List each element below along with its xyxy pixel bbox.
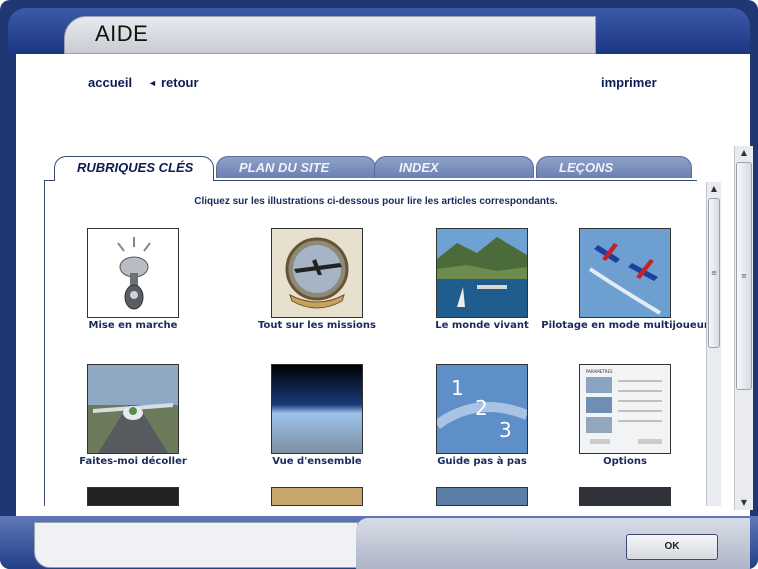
back-arrow-icon[interactable]: ◄ (148, 78, 157, 88)
home-link[interactable]: accueil (88, 75, 132, 90)
tab-index[interactable]: INDEX (374, 156, 534, 178)
item-caption: Pilotage en mode multijoueur (541, 320, 707, 331)
panel-scrollbar[interactable]: ▲ ≡ (706, 182, 721, 506)
item-vue-ensemble[interactable]: Vue d'ensemble (232, 364, 402, 468)
tab-label: RUBRIQUES CLÉS (77, 160, 194, 175)
tab-strip: RUBRIQUES CLÉS PLAN DU SITE INDEX LEÇONS (44, 156, 698, 181)
scroll-up-icon[interactable]: ▲ (707, 182, 721, 196)
scroll-thumb[interactable]: ≡ (708, 198, 720, 348)
harbor-scene (436, 228, 528, 318)
aerobatic-planes (579, 228, 671, 318)
title-tab: AIDE (64, 16, 596, 54)
item-caption: Options (603, 456, 647, 467)
print-link[interactable]: imprimer (601, 75, 657, 90)
item-thumbnail-partial[interactable] (87, 487, 179, 506)
item-thumbnail-partial[interactable] (579, 487, 671, 506)
settings-sheet: PARAMETRES (579, 364, 671, 454)
back-link[interactable]: retour (161, 75, 199, 90)
tab-label: INDEX (399, 160, 439, 175)
earth-horizon (271, 364, 363, 454)
help-window: AIDE accueil ◄ retour imprimer RUBRIQUES… (0, 0, 758, 569)
sheet-title: PARAMETRES (586, 369, 613, 374)
numbers-sky: 1 2 3 (436, 364, 528, 454)
scroll-thumb[interactable]: ≡ (736, 162, 752, 390)
window-title: AIDE (95, 21, 149, 46)
tab-plan-du-site[interactable]: PLAN DU SITE (216, 156, 376, 178)
scroll-down-icon[interactable]: ▼ (735, 496, 753, 510)
item-caption: Vue d'ensemble (272, 456, 362, 467)
item-thumbnail-partial[interactable] (271, 487, 363, 506)
item-missions[interactable]: Tout sur les missions (232, 228, 402, 332)
item-mise-en-marche[interactable]: Mise en marche (48, 228, 218, 332)
tab-lecons[interactable]: LEÇONS (536, 156, 692, 178)
tab-rubriques-cles[interactable]: RUBRIQUES CLÉS (54, 156, 214, 181)
tab-panel: Cliquez sur les illustrations ci-dessous… (44, 181, 707, 506)
item-options[interactable]: PARAMETRES Options (540, 364, 707, 468)
mission-badge (271, 228, 363, 318)
plane-takeoff (87, 364, 179, 454)
item-caption: Mise en marche (88, 320, 178, 331)
page-scrollbar[interactable]: ▲ ≡ ▼ (734, 146, 753, 510)
svg-text:1: 1 (451, 376, 464, 400)
item-multijoueur[interactable]: Pilotage en mode multijoueur (540, 228, 707, 332)
instruction-text: Cliquez sur les illustrations ci-dessous… (194, 196, 558, 207)
scroll-up-icon[interactable]: ▲ (735, 146, 753, 160)
item-caption: Tout sur les missions (258, 320, 376, 331)
svg-text:3: 3 (499, 418, 512, 442)
item-decoller[interactable]: Faites-moi décoller (48, 364, 218, 468)
ok-button[interactable]: OK (626, 534, 718, 560)
tab-label: PLAN DU SITE (239, 160, 330, 175)
item-thumbnail-partial[interactable] (436, 487, 528, 506)
key-pin-icon (87, 228, 179, 318)
item-caption: Faites-moi décoller (79, 456, 187, 467)
tab-label: LEÇONS (559, 160, 614, 175)
svg-text:2: 2 (475, 396, 488, 420)
footer-panel (34, 522, 358, 568)
